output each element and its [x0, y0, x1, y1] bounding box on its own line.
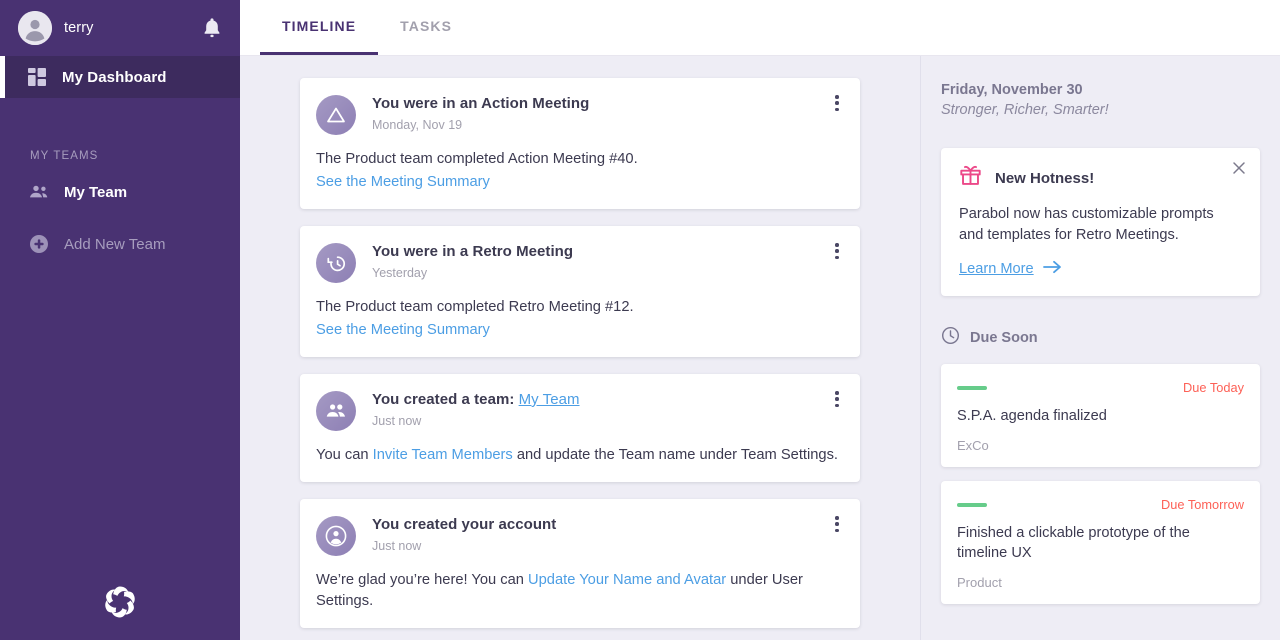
- plus-circle-icon: [28, 233, 50, 255]
- arrow-right-icon: [1042, 260, 1062, 278]
- username-label: terry: [64, 20, 94, 36]
- due-soon-header: Due Soon: [941, 326, 1260, 350]
- team-created-people-icon: [316, 391, 356, 431]
- card-body-prefix: We’re glad you’re here! You can: [316, 572, 529, 588]
- card-title: You created your account: [372, 516, 557, 533]
- close-x-icon[interactable]: [1230, 159, 1248, 177]
- card-header-text: You created your account Just now: [372, 515, 842, 553]
- learn-more-link[interactable]: Learn More: [959, 260, 1242, 278]
- task-title: S.P.A. agenda finalized: [957, 408, 1107, 424]
- card-body-text: The Product team completed Retro Meeting…: [316, 299, 634, 315]
- sidebar: terry My Dashboard MY TEAMS My Team Add …: [0, 0, 240, 640]
- task-status-bar: [957, 385, 987, 390]
- promo-header: New Hotness!: [959, 164, 1242, 192]
- timeline-card[interactable]: You were in a Retro Meeting Yesterday Th…: [300, 226, 860, 357]
- card-body-suffix: and update the Team name under Team Sett…: [512, 447, 839, 463]
- tab-bar: TIMELINE TASKS: [240, 0, 1280, 56]
- sidebar-item-my-team[interactable]: My Team: [0, 170, 240, 214]
- right-rail: Friday, November 30 Stronger, Richer, Sm…: [920, 56, 1280, 640]
- rail-date: Friday, November 30: [941, 82, 1083, 98]
- gift-icon: [959, 164, 982, 192]
- tab-tasks[interactable]: TASKS: [378, 0, 474, 55]
- card-header-text: You were in a Retro Meeting Yesterday: [372, 242, 842, 280]
- meeting-summary-link[interactable]: See the Meeting Summary: [316, 322, 490, 338]
- card-header-text: You were in an Action Meeting Monday, No…: [372, 94, 842, 132]
- tab-timeline[interactable]: TIMELINE: [260, 0, 379, 55]
- card-timestamp: Yesterday: [372, 266, 428, 280]
- dashboard-grid-icon: [26, 66, 48, 88]
- retro-meeting-history-icon: [316, 243, 356, 283]
- card-title: You created a team: My Team: [372, 390, 842, 410]
- card-body: We’re glad you’re here! You can Update Y…: [316, 570, 842, 612]
- timeline-card[interactable]: You were in an Action Meeting Monday, No…: [300, 78, 860, 209]
- rail-tagline: Stronger, Richer, Smarter!: [941, 102, 1109, 118]
- learn-more-label: Learn More: [959, 261, 1034, 277]
- task-team-label: ExCo: [957, 438, 989, 453]
- due-soon-task-card[interactable]: Due Tomorrow Finished a clickable protot…: [941, 481, 1260, 604]
- promo-card: New Hotness! Parabol now has customizabl…: [941, 148, 1260, 296]
- account-created-person-icon: [316, 516, 356, 556]
- task-due-label: Due Today: [1183, 380, 1244, 395]
- card-header: You were in an Action Meeting Monday, No…: [316, 94, 842, 135]
- sidebar-item-add-new-team[interactable]: Add New Team: [0, 222, 240, 266]
- parabol-logo[interactable]: [0, 564, 240, 640]
- timeline-card[interactable]: You created a team: My Team Just now You…: [300, 374, 860, 482]
- invite-team-members-link[interactable]: Invite Team Members: [373, 447, 513, 463]
- task-team-label: Product: [957, 575, 1002, 590]
- sidebar-user-header: terry: [0, 0, 240, 56]
- meeting-summary-link[interactable]: See the Meeting Summary: [316, 174, 490, 190]
- due-soon-label: Due Soon: [970, 330, 1038, 346]
- card-header: You were in a Retro Meeting Yesterday: [316, 242, 842, 283]
- sidebar-item-label: My Dashboard: [62, 68, 167, 86]
- card-header: You created a team: My Team Just now: [316, 390, 842, 431]
- timeline-feed: You were in an Action Meeting Monday, No…: [240, 56, 920, 640]
- kebab-menu-icon[interactable]: [828, 93, 846, 113]
- task-status-bar: [957, 502, 987, 507]
- sidebar-section-title: MY TEAMS: [30, 150, 99, 162]
- card-title-text: You created a team:: [372, 391, 515, 408]
- sidebar-item-label: My Team: [64, 183, 128, 201]
- sidebar-item-label: Add New Team: [64, 235, 166, 253]
- promo-title: New Hotness!: [995, 169, 1095, 187]
- timeline-card[interactable]: You created your account Just now We’re …: [300, 499, 860, 628]
- content-row: You were in an Action Meeting Monday, No…: [240, 56, 1280, 640]
- task-due-label: Due Tomorrow: [1161, 497, 1244, 512]
- task-card-top: Due Today: [957, 380, 1244, 395]
- action-meeting-triangle-icon: [316, 95, 356, 135]
- main-area: TIMELINE TASKS You were in an Action Mee…: [240, 0, 1280, 640]
- card-title: You were in an Action Meeting: [372, 95, 590, 112]
- sidebar-item-my-dashboard[interactable]: My Dashboard: [0, 56, 240, 98]
- team-people-icon: [28, 181, 50, 203]
- update-name-avatar-link[interactable]: Update Your Name and Avatar: [528, 572, 726, 588]
- kebab-menu-icon[interactable]: [828, 389, 846, 409]
- card-header-text: You created a team: My Team Just now: [372, 390, 842, 428]
- card-body: The Product team completed Action Meetin…: [316, 149, 842, 193]
- timeline-card-list: You were in an Action Meeting Monday, No…: [300, 78, 860, 628]
- bell-icon[interactable]: [200, 16, 224, 40]
- app-root: terry My Dashboard MY TEAMS My Team Add …: [0, 0, 1280, 640]
- promo-text: Parabol now has customizable prompts and…: [959, 206, 1214, 243]
- card-title: You were in a Retro Meeting: [372, 243, 574, 260]
- due-soon-task-card[interactable]: Due Today S.P.A. agenda finalized ExCo: [941, 364, 1260, 467]
- card-body-prefix: You can: [316, 447, 373, 463]
- avatar[interactable]: [18, 11, 52, 45]
- card-timestamp: Just now: [372, 539, 422, 553]
- card-body: The Product team completed Retro Meeting…: [316, 297, 842, 341]
- clock-icon: [941, 326, 960, 350]
- task-card-top: Due Tomorrow: [957, 497, 1244, 512]
- team-name-link[interactable]: My Team: [519, 391, 580, 408]
- kebab-menu-icon[interactable]: [828, 241, 846, 261]
- card-timestamp: Just now: [372, 414, 422, 428]
- task-title: Finished a clickable prototype of the ti…: [957, 525, 1190, 561]
- card-body-text: The Product team completed Action Meetin…: [316, 151, 638, 167]
- card-body: You can Invite Team Members and update t…: [316, 445, 842, 466]
- card-header: You created your account Just now: [316, 515, 842, 556]
- card-timestamp: Monday, Nov 19: [372, 118, 463, 132]
- kebab-menu-icon[interactable]: [828, 514, 846, 534]
